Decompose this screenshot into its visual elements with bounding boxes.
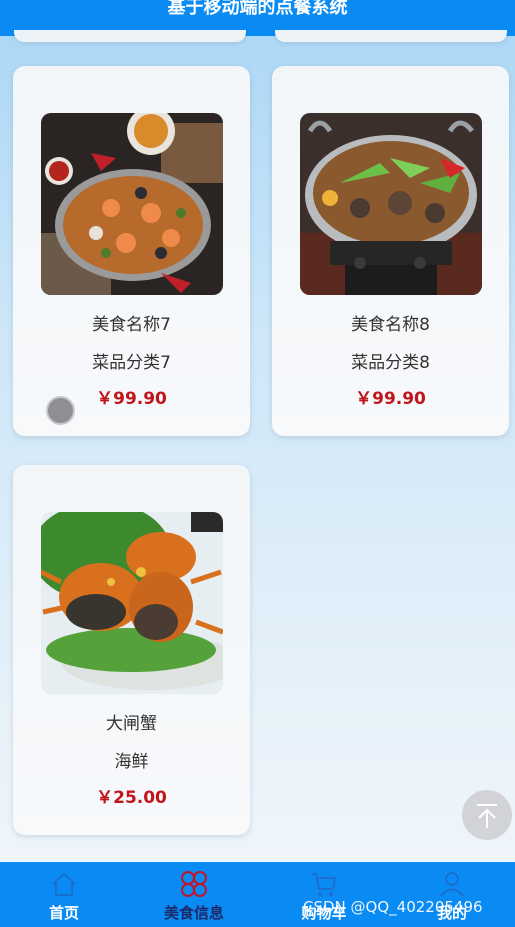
tab-home[interactable]: 首页	[0, 862, 128, 927]
page-title: 基于移动端的点餐系统	[167, 0, 348, 18]
back-to-top-button[interactable]	[462, 790, 512, 840]
dish-photo	[41, 512, 223, 694]
user-icon	[440, 872, 464, 897]
dish-card[interactable]: 美食名称7 菜品分类7 ￥99.90	[13, 66, 250, 436]
dish-photo	[300, 113, 482, 295]
dish-price: ￥99.90	[355, 389, 426, 409]
dish-name: 美食名称7	[92, 315, 171, 335]
watermark: CSDN @QQ_402205496	[303, 898, 483, 916]
dish-price: ￥25.00	[96, 788, 167, 808]
dish-name: 大闸蟹	[106, 714, 157, 734]
dish-card[interactable]: 美食名称8 菜品分类8 ￥99.90	[272, 66, 509, 436]
dish-card[interactable]: 大闸蟹 海鲜 ￥25.00	[13, 465, 250, 835]
cart-icon	[312, 873, 337, 896]
dish-category: 海鲜	[114, 752, 149, 772]
dish-photo	[41, 113, 223, 295]
previous-card-edge	[14, 30, 246, 42]
dish-category: 菜品分类7	[92, 353, 171, 373]
dish-name: 美食名称8	[351, 315, 430, 335]
tab-profile[interactable]: 我的	[388, 862, 515, 927]
bottom-tab-bar: 首页 美食信息 购物车 我的	[0, 862, 515, 927]
arrow-up-icon	[477, 804, 497, 828]
tab-label: 美食信息	[163, 904, 224, 922]
grid-icon	[181, 871, 207, 897]
tab-cart[interactable]: 购物车	[260, 862, 388, 927]
dish-category: 菜品分类8	[351, 353, 430, 373]
tab-label: 首页	[48, 904, 79, 922]
tab-food-info[interactable]: 美食信息	[130, 862, 258, 927]
floating-assist-button[interactable]	[46, 396, 75, 425]
previous-card-edge	[275, 30, 507, 42]
home-icon	[52, 872, 76, 896]
